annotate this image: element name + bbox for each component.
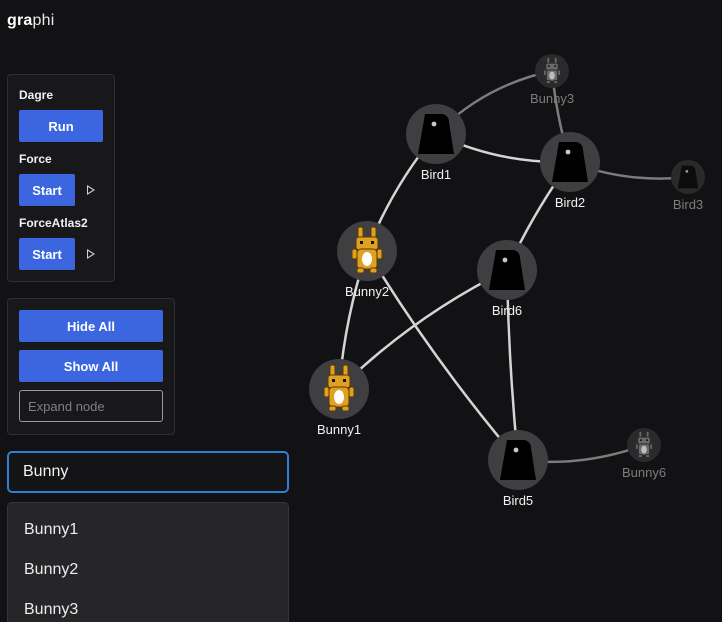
search-result-item[interactable]: Bunny1 (8, 510, 288, 550)
force-start-button[interactable]: Start (19, 174, 75, 206)
forceatlas2-label: ForceAtlas2 (19, 216, 88, 230)
expand-node-input[interactable] (19, 390, 163, 422)
graph-node-bird3[interactable]: Bird3 (671, 160, 705, 212)
dagre-run-button[interactable]: Run (19, 110, 103, 142)
hide-all-button[interactable]: Hide All (19, 310, 163, 342)
node-label: Bird2 (555, 195, 585, 210)
node-label: Bunny6 (622, 465, 666, 480)
graph-node-bird2[interactable]: Bird2 (540, 132, 600, 210)
node-label: Bunny1 (317, 422, 361, 437)
graph-node-bunny1[interactable]: Bunny1 (309, 359, 369, 437)
graphi-app: graphi Dagre Run Force Start ForceAtlas2… (0, 0, 722, 622)
force-label: Force (19, 152, 52, 166)
node-label: Bunny3 (530, 91, 574, 106)
bird-eye-icon (502, 257, 508, 263)
graph-node-bird5[interactable]: Bird5 (488, 430, 548, 508)
layout-panel: Dagre Run Force Start ForceAtlas2 Start (7, 74, 115, 282)
search-result-item[interactable]: Bunny3 (8, 590, 288, 622)
bird-eye-icon (513, 447, 519, 453)
node-visibility-panel: Hide All Show All (7, 298, 175, 435)
app-logo: graphi (7, 12, 54, 30)
node-label: Bird6 (492, 303, 522, 318)
graph-node-bird6[interactable]: Bird6 (477, 240, 537, 318)
show-all-button[interactable]: Show All (19, 350, 163, 382)
force-play-icon[interactable] (87, 185, 95, 195)
graph-node-bunny2[interactable]: Bunny2 (337, 221, 397, 299)
bird-eye-icon (685, 169, 689, 173)
node-label: Bird3 (673, 197, 703, 212)
logo-bold: gra (7, 12, 33, 29)
bird-eye-icon (431, 121, 437, 127)
bird-eye-icon (565, 149, 571, 155)
graph-node-bunny6[interactable]: Bunny6 (622, 428, 666, 480)
node-label: Bunny2 (345, 284, 389, 299)
search-result-item[interactable]: Bunny2 (8, 550, 288, 590)
dagre-label: Dagre (19, 88, 54, 102)
graph-canvas[interactable]: Bird1 Bird2 Bird3 Bird5 Bird6 Bunny1 Bunny2 Bun… (290, 40, 722, 540)
search-results-dropdown: Bunny1 Bunny2 Bunny3 (7, 502, 289, 622)
logo-rest: phi (32, 12, 55, 29)
node-search-input[interactable] (7, 451, 289, 493)
graph-node-bird1[interactable]: Bird1 (406, 104, 466, 182)
graph-node-bunny3[interactable]: Bunny3 (530, 54, 574, 106)
node-label: Bird5 (503, 493, 533, 508)
node-label: Bird1 (421, 167, 451, 182)
forceatlas2-start-button[interactable]: Start (19, 238, 75, 270)
forceatlas2-play-icon[interactable] (87, 249, 95, 259)
graph-svg[interactable]: Bird1 Bird2 Bird3 Bird5 Bird6 Bunny1 Bunny2 Bun… (290, 40, 722, 540)
